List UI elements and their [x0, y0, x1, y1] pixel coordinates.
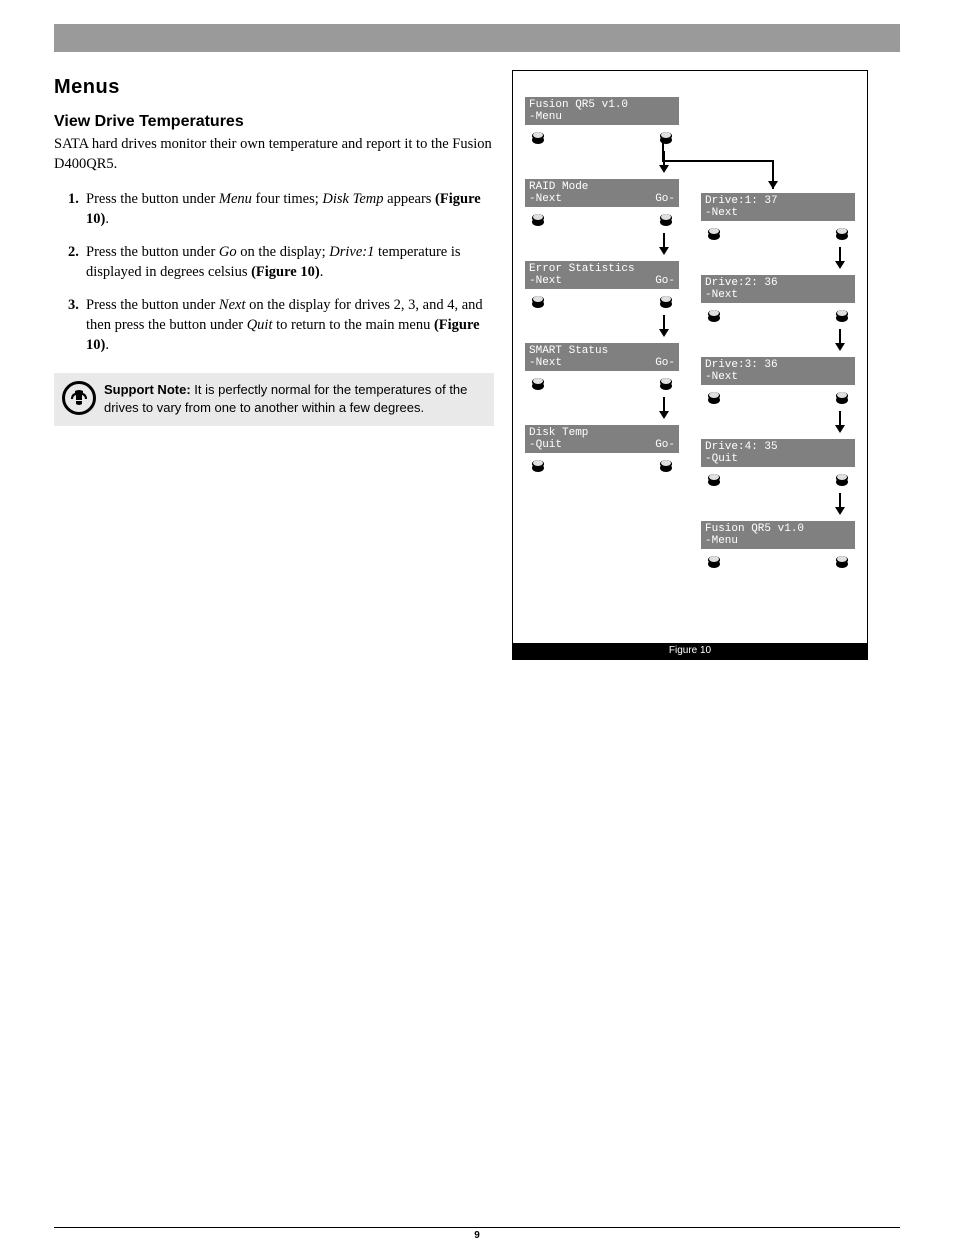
arrow-down-icon	[833, 247, 847, 269]
page-title: Menus	[54, 70, 494, 99]
lcd-screen: Drive:1: 37-Next	[701, 193, 855, 221]
step-number: 3.	[68, 296, 86, 355]
left-button-icon	[531, 293, 545, 309]
figure-10-diagram: Fusion QR5 v1.0-Menu RAID Mode-NextGo- Err…	[512, 70, 868, 660]
arrow-down-icon	[657, 151, 671, 173]
arrow-down-icon	[657, 397, 671, 419]
step-number: 1.	[68, 190, 86, 229]
button-row	[525, 375, 679, 391]
left-button-icon	[707, 553, 721, 569]
left-button-icon	[707, 307, 721, 323]
right-button-icon	[835, 225, 849, 241]
button-row	[525, 457, 679, 473]
button-row	[701, 225, 855, 241]
text-column: Menus View Drive Temperatures SATA hard …	[54, 70, 494, 660]
lcd-screen: Fusion QR5 v1.0-Menu	[525, 97, 679, 125]
button-row	[525, 211, 679, 227]
lcd-screen: Fusion QR5 v1.0-Menu	[701, 521, 855, 549]
button-row	[701, 389, 855, 405]
lcd-screen: SMART Status-NextGo-	[525, 343, 679, 371]
button-row	[701, 553, 855, 569]
step-text: Press the button under Next on the displ…	[86, 296, 494, 355]
step-item: 3. Press the button under Next on the di…	[68, 296, 494, 355]
right-button-icon	[659, 293, 673, 309]
lcd-screen: Disk Temp-QuitGo-	[525, 425, 679, 453]
diagram-column-1: Fusion QR5 v1.0-Menu RAID Mode-NextGo- Err…	[525, 97, 679, 575]
figure-caption: Figure 10	[513, 643, 867, 659]
arrow-down-icon	[657, 315, 671, 337]
arrow-down-icon	[833, 493, 847, 515]
right-button-icon	[835, 389, 849, 405]
right-button-icon	[835, 307, 849, 323]
diagram-column-2: Drive:1: 37-Next Drive:2: 36-Next Drive:3:…	[701, 97, 855, 575]
right-button-icon	[659, 211, 673, 227]
left-button-icon	[531, 211, 545, 227]
right-button-icon	[835, 471, 849, 487]
lcd-screen: Drive:2: 36-Next	[701, 275, 855, 303]
lcd-screen: Drive:3: 36-Next	[701, 357, 855, 385]
step-text: Press the button under Go on the display…	[86, 243, 494, 282]
step-number: 2.	[68, 243, 86, 282]
right-button-icon	[659, 375, 673, 391]
button-row	[525, 129, 679, 145]
right-button-icon	[659, 457, 673, 473]
left-button-icon	[707, 225, 721, 241]
step-list: 1. Press the button under Menu four time…	[68, 190, 494, 355]
support-note-text: Support Note: It is perfectly normal for…	[104, 381, 484, 416]
button-row	[525, 293, 679, 309]
button-row	[701, 307, 855, 323]
left-button-icon	[707, 389, 721, 405]
step-item: 1. Press the button under Menu four time…	[68, 190, 494, 229]
header-bar	[54, 24, 900, 52]
right-button-icon	[659, 129, 673, 145]
page-number: 9	[474, 1230, 480, 1241]
arrow-down-icon	[833, 329, 847, 351]
arrow-down-icon	[657, 233, 671, 255]
left-button-icon	[707, 471, 721, 487]
button-row	[701, 471, 855, 487]
left-button-icon	[531, 375, 545, 391]
step-text: Press the button under Menu four times; …	[86, 190, 494, 229]
support-icon	[62, 381, 96, 415]
arrow-down-icon	[833, 411, 847, 433]
lcd-screen: Drive:4: 35-Quit	[701, 439, 855, 467]
step-item: 2. Press the button under Go on the disp…	[68, 243, 494, 282]
left-button-icon	[531, 129, 545, 145]
page-footer: 9	[0, 1227, 954, 1241]
lcd-screen: Error Statistics-NextGo-	[525, 261, 679, 289]
section-title: View Drive Temperatures	[54, 113, 494, 131]
intro-paragraph: SATA hard drives monitor their own tempe…	[54, 135, 494, 174]
right-button-icon	[835, 553, 849, 569]
left-button-icon	[531, 457, 545, 473]
support-note: Support Note: It is perfectly normal for…	[54, 373, 494, 426]
lcd-screen: RAID Mode-NextGo-	[525, 179, 679, 207]
